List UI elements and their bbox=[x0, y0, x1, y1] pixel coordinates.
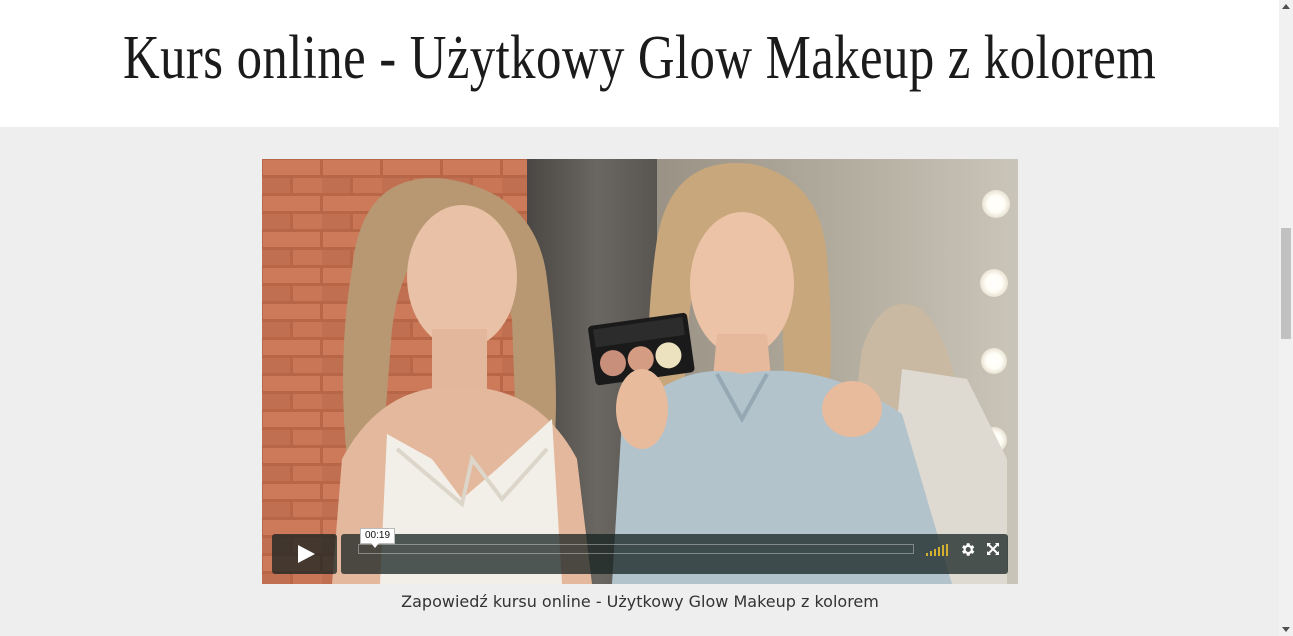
play-button[interactable] bbox=[272, 534, 337, 574]
hover-time-tooltip: 00:19 bbox=[360, 528, 396, 548]
scroll-up-icon[interactable] bbox=[1282, 4, 1290, 9]
video-caption: Zapowiedź kursu online - Użytkowy Glow M… bbox=[401, 592, 879, 611]
volume-icon[interactable] bbox=[926, 544, 952, 556]
scroll-down-icon[interactable] bbox=[1282, 627, 1290, 632]
gear-icon[interactable] bbox=[959, 541, 976, 558]
progress-bar[interactable]: 00:19 bbox=[358, 528, 914, 554]
scrollbar[interactable] bbox=[1279, 0, 1293, 636]
video-frame bbox=[262, 159, 1018, 584]
control-bar: 00:19 bbox=[341, 528, 1008, 574]
page-title: Kurs online - Użytkowy Glow Makeup z kol… bbox=[122, 24, 1157, 92]
fullscreen-icon[interactable] bbox=[986, 542, 1000, 556]
scroll-thumb[interactable] bbox=[1281, 228, 1291, 339]
page-header: Kurs online - Użytkowy Glow Makeup z kol… bbox=[0, 0, 1279, 127]
video-player[interactable]: 00:19 bbox=[262, 159, 1018, 584]
play-icon bbox=[298, 545, 315, 563]
video-controls: 00:19 bbox=[272, 528, 1008, 574]
